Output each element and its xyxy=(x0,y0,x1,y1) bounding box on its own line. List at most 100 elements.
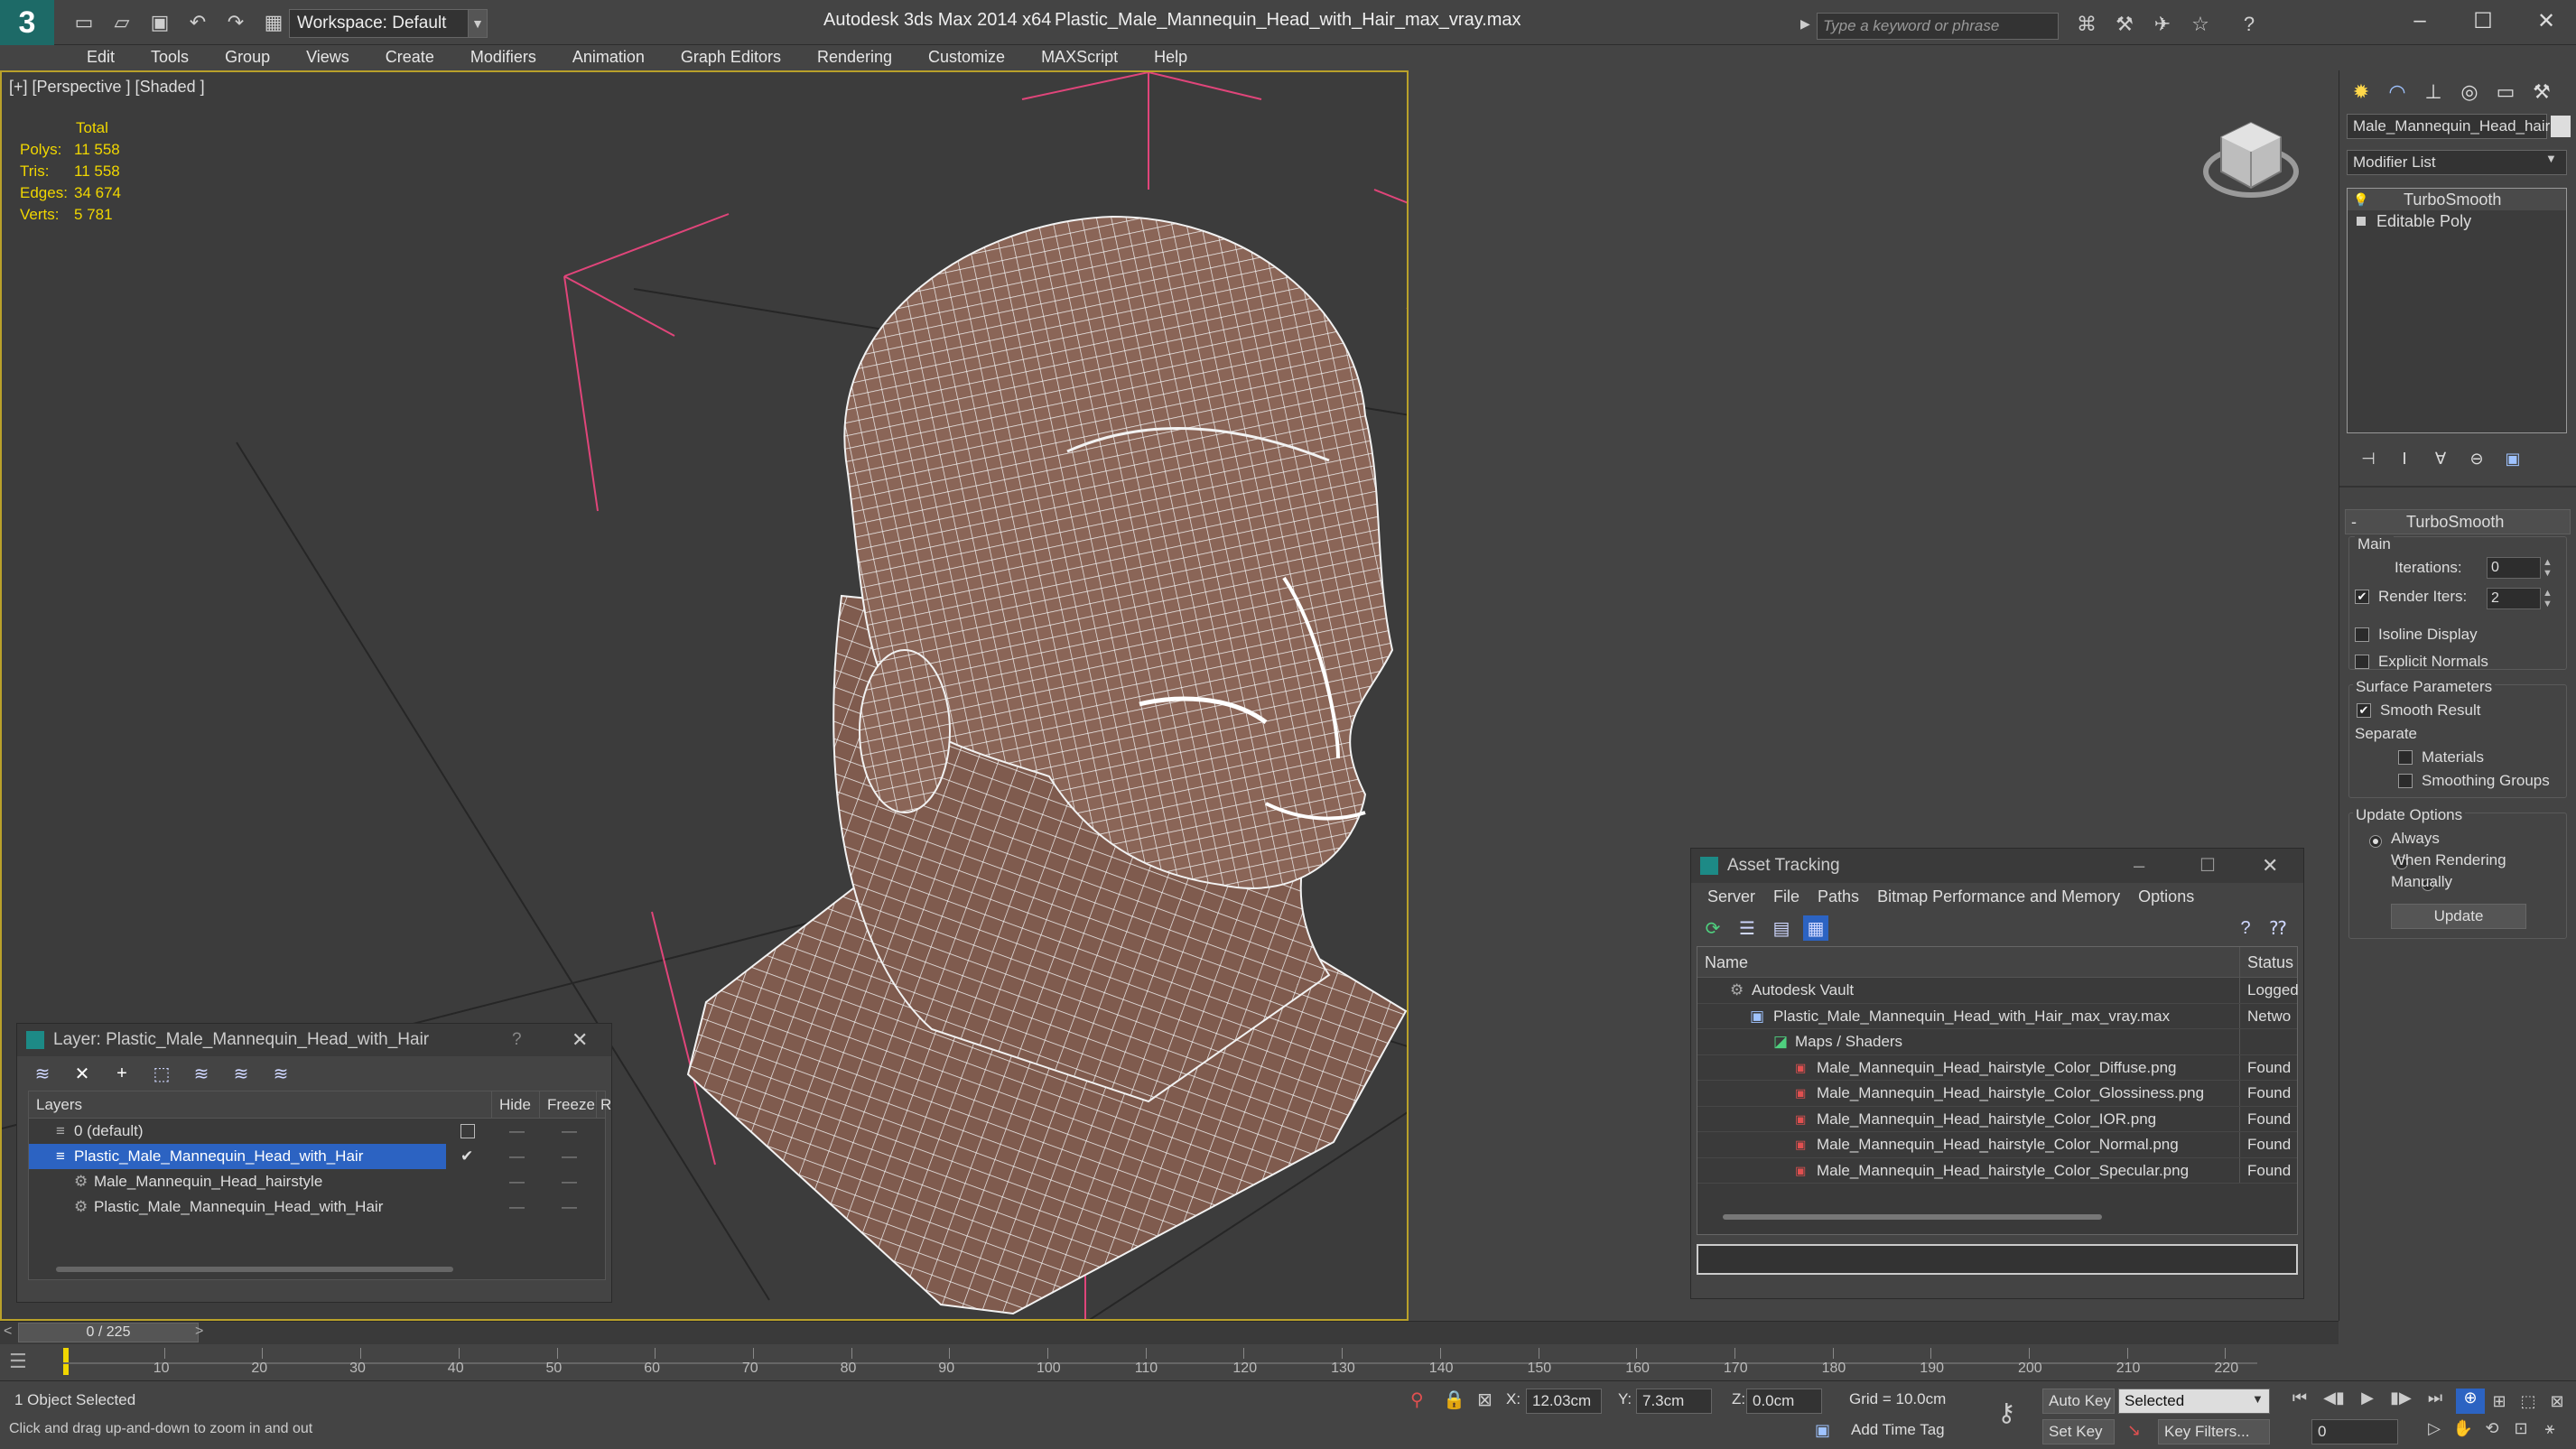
zoom-extents-all-icon[interactable]: ⊠ xyxy=(2543,1392,2571,1411)
menu-maxscript[interactable]: MAXScript xyxy=(1023,45,1136,69)
previous-frame-icon[interactable]: ◀▮ xyxy=(2317,1389,2351,1407)
delete-layer-icon[interactable]: ✕ xyxy=(70,1061,95,1086)
menu-modifiers[interactable]: Modifiers xyxy=(452,45,554,69)
help-icon[interactable]: ? xyxy=(2233,915,2258,941)
turbosmooth-rollout-header[interactable]: - TurboSmooth xyxy=(2345,509,2571,534)
menu-rendering[interactable]: Rendering xyxy=(799,45,910,69)
asset-menu-paths[interactable]: Paths xyxy=(1809,887,1868,906)
col-name[interactable]: Name xyxy=(1705,947,1748,978)
asset-row[interactable]: ▣ Male_Mannequin_Head_hairstyle_Color_Gl… xyxy=(1697,1081,2297,1107)
layer-row[interactable]: ≡ Plastic_Male_Mannequin_Head_with_Hair … xyxy=(29,1144,605,1169)
next-frame-icon[interactable]: > xyxy=(195,1324,203,1340)
asset-row[interactable]: ⚙ Autodesk Vault Logged xyxy=(1697,978,2299,1004)
layer-row[interactable]: ⚙ Plastic_Male_Mannequin_Head_with_Hair … xyxy=(29,1194,605,1220)
menu-help[interactable]: Help xyxy=(1136,45,1205,69)
set-key-button[interactable]: Set Key xyxy=(2042,1419,2115,1444)
list-view-icon[interactable]: ☰ xyxy=(1734,915,1760,941)
freeze-toggle[interactable]: — xyxy=(562,1169,577,1194)
mannequin-head-mesh[interactable] xyxy=(686,215,1407,1315)
asset-row[interactable]: ▣ Male_Mannequin_Head_hairstyle_Color_IO… xyxy=(1697,1106,2297,1132)
spinner-arrows-icon[interactable]: ▲ ▼ xyxy=(2543,557,2553,579)
asset-path-field[interactable] xyxy=(1697,1244,2298,1275)
col-hide[interactable]: Hide xyxy=(491,1091,531,1119)
next-frame-icon[interactable]: ▮▶ xyxy=(2384,1389,2418,1407)
menu-graph-editors[interactable]: Graph Editors xyxy=(663,45,799,69)
absolute-mode-icon[interactable]: ⊠ xyxy=(1477,1389,1493,1411)
key-filters-button[interactable]: Key Filters... xyxy=(2158,1419,2270,1444)
new-file-icon[interactable]: ▭ xyxy=(70,9,98,36)
zoom-icon[interactable]: ⊕ xyxy=(2456,1389,2485,1414)
zoom-all-icon[interactable]: ⊞ xyxy=(2485,1392,2514,1411)
render-iters-checkbox[interactable]: ✔ xyxy=(2355,590,2369,604)
horizontal-scrollbar[interactable] xyxy=(56,1267,453,1272)
freeze-toggle[interactable]: — xyxy=(562,1194,577,1220)
search-expand-icon[interactable]: ▶ xyxy=(1800,16,1813,36)
asset-menu-file[interactable]: File xyxy=(1764,887,1809,906)
help-icon[interactable]: ? xyxy=(2236,11,2263,38)
project-folder-icon[interactable]: ▦ xyxy=(260,9,287,36)
minimize-icon[interactable]: – xyxy=(2134,849,2144,883)
viewport-label[interactable]: [+] [Perspective ] [Shaded ] xyxy=(9,78,205,97)
create-layer-icon[interactable]: ≋ xyxy=(30,1061,55,1086)
hide-all-layers-icon[interactable]: ≋ xyxy=(228,1061,254,1086)
field-of-view-icon[interactable]: ▷ xyxy=(2420,1419,2449,1438)
iterations-spinner[interactable]: 0 xyxy=(2487,557,2541,579)
y-coordinate-field[interactable]: 7.3cm xyxy=(1636,1389,1712,1414)
open-file-icon[interactable]: ▱ xyxy=(108,9,135,36)
current-frame-field[interactable]: 0 xyxy=(2311,1419,2398,1444)
menu-tools[interactable]: Tools xyxy=(133,45,207,69)
modifier-list-dropdown[interactable]: Modifier List xyxy=(2347,150,2567,175)
prev-frame-icon[interactable]: < xyxy=(4,1324,12,1340)
col-status[interactable]: Status xyxy=(2239,947,2293,977)
maximize-icon[interactable]: ☐ xyxy=(2451,0,2515,42)
add-time-tag[interactable]: Add Time Tag xyxy=(1851,1421,1945,1439)
lock-icon[interactable]: 🔒 xyxy=(1443,1389,1465,1411)
minimize-icon[interactable]: – xyxy=(2388,0,2451,42)
asset-menu-bitmap[interactable]: Bitmap Performance and Memory xyxy=(1868,887,2129,906)
remove-modifier-icon[interactable]: ⊖ xyxy=(2460,442,2493,475)
search-input[interactable]: Type a keyword or phrase xyxy=(1817,13,2059,40)
spinner-arrows-icon[interactable]: ▲ ▼ xyxy=(2543,588,2553,609)
object-name-field[interactable]: Male_Mannequin_Head_hairs xyxy=(2347,114,2558,139)
modifier-stack-item[interactable]: Editable Poly xyxy=(2348,210,2566,232)
set-key-mode-icon[interactable]: ⚷ xyxy=(1997,1398,2016,1427)
lightbulb-icon[interactable]: 💡 xyxy=(2353,189,2368,210)
subscription-icon[interactable]: ⚒ xyxy=(2111,11,2138,38)
col-layers[interactable]: Layers xyxy=(36,1091,82,1119)
close-icon[interactable]: ✕ xyxy=(572,1024,588,1056)
time-tag-icon[interactable]: ▣ xyxy=(1815,1421,1830,1440)
play-icon[interactable]: ▶ xyxy=(2351,1389,2384,1407)
auto-key-button[interactable]: Auto Key xyxy=(2042,1389,2115,1414)
undo-icon[interactable]: ↶ xyxy=(184,9,211,36)
configure-sets-icon[interactable]: ▣ xyxy=(2497,442,2529,475)
utilities-tab-icon[interactable]: ⚒ xyxy=(2525,76,2558,108)
menu-animation[interactable]: Animation xyxy=(554,45,663,69)
communication-icon[interactable]: ✈ xyxy=(2149,11,2176,38)
freeze-toggle[interactable]: — xyxy=(562,1119,577,1144)
workspace-dropdown[interactable]: Workspace: Default xyxy=(289,9,470,38)
render-iters-spinner[interactable]: 2 xyxy=(2487,588,2541,609)
isoline-checkbox[interactable] xyxy=(2355,627,2369,642)
save-icon[interactable]: ▣ xyxy=(146,9,173,36)
maximize-viewport-icon[interactable]: ⊡ xyxy=(2506,1419,2535,1438)
freeze-toggle[interactable]: — xyxy=(562,1144,577,1169)
current-layer-checkbox[interactable] xyxy=(460,1124,475,1138)
help-button[interactable]: ? xyxy=(512,1024,522,1056)
show-end-result-icon[interactable]: Ⅰ xyxy=(2388,442,2421,475)
binoculars-icon[interactable]: ⌘ xyxy=(2073,11,2100,38)
asset-menu-server[interactable]: Server xyxy=(1698,887,1764,906)
go-to-start-icon[interactable]: ⏮ xyxy=(2283,1389,2317,1407)
favorites-star-icon[interactable]: ☆ xyxy=(2187,11,2214,38)
key-set-dropdown[interactable]: Selected xyxy=(2118,1389,2270,1414)
modify-tab-icon[interactable]: ◠ xyxy=(2381,76,2413,108)
refresh-icon[interactable]: ⟳ xyxy=(1700,915,1725,941)
hide-toggle[interactable]: — xyxy=(509,1144,525,1169)
menu-edit[interactable]: Edit xyxy=(69,45,133,69)
time-slider-thumb[interactable]: 0 / 225 xyxy=(18,1323,199,1342)
explicit-normals-checkbox[interactable] xyxy=(2355,655,2369,669)
always-radio[interactable] xyxy=(2369,835,2382,848)
menu-views[interactable]: Views xyxy=(288,45,367,69)
close-icon[interactable]: ✕ xyxy=(2515,0,2576,42)
display-tab-icon[interactable]: ▭ xyxy=(2489,76,2522,108)
pan-icon[interactable]: ✋ xyxy=(2449,1419,2478,1438)
